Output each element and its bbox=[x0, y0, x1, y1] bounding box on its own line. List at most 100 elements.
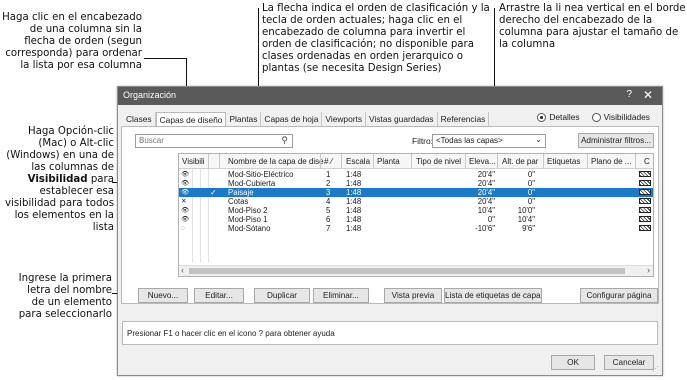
layer-number: 5 bbox=[326, 206, 331, 215]
visibility-icon[interactable]: ◌ bbox=[181, 224, 185, 233]
preview-button[interactable]: Vista previa bbox=[384, 288, 442, 303]
radio-visibilities[interactable]: Visibilidades bbox=[591, 112, 650, 122]
callout-line: (Mac) o Alt-clic bbox=[38, 138, 114, 149]
color-swatch-icon[interactable] bbox=[639, 198, 651, 204]
radio-label: Visibilidades bbox=[603, 112, 650, 122]
callout-line: encabezado de columna para invertir el bbox=[262, 27, 466, 38]
column-header-elevation[interactable]: Eleva... bbox=[469, 157, 496, 166]
layer-wall-height: 9'6" bbox=[522, 224, 535, 233]
edit-button[interactable]: Editar... bbox=[194, 288, 244, 303]
tab-saved-views[interactable]: Vistas guardadas bbox=[366, 112, 438, 126]
search-input[interactable]: Buscar ⚲ bbox=[135, 134, 293, 148]
duplicate-button[interactable]: Duplicar bbox=[254, 288, 310, 303]
callout-line: letra del nombre bbox=[27, 285, 112, 296]
new-button[interactable]: Nuevo... bbox=[138, 288, 188, 303]
callout-line: La flecha indica el orden de clasificaci… bbox=[262, 3, 490, 14]
scroll-right-icon[interactable]: › bbox=[647, 265, 650, 275]
admin-filters-button[interactable]: Administrar filtros... bbox=[578, 133, 654, 148]
column-header-plane[interactable]: Plano de ... bbox=[591, 157, 631, 166]
layers-table: Visibili Nombre de la capa de dise # ⁄ E… bbox=[178, 153, 654, 277]
layer-number: 3 bbox=[326, 188, 331, 197]
column-divider[interactable] bbox=[587, 154, 588, 169]
tab-floors[interactable]: Plantas bbox=[226, 112, 262, 126]
layer-number: 7 bbox=[326, 224, 331, 233]
layer-elevation: 20'4" bbox=[477, 188, 495, 197]
visibility-icon[interactable]: 👁 bbox=[181, 188, 189, 197]
tab-viewports[interactable]: Viewports bbox=[322, 112, 367, 126]
radio-details[interactable]: Detalles bbox=[537, 112, 580, 122]
close-icon[interactable]: ✕ bbox=[643, 88, 653, 102]
callout-line: flecha de orden (segun bbox=[24, 36, 142, 47]
color-swatch-icon[interactable] bbox=[639, 225, 651, 231]
column-header-scale[interactable]: Escala bbox=[346, 157, 370, 166]
layer-name: Mod-Piso 1 bbox=[228, 215, 268, 224]
column-header-level-type[interactable]: Tipo de nivel bbox=[416, 157, 461, 166]
table-row[interactable]: 👁 ✓ Paisaje 3 1:48 20'4" 0" bbox=[179, 188, 653, 197]
help-text-box: Presionar F1 o hacer clic en el icono ? … bbox=[122, 321, 658, 345]
ok-button[interactable]: OK bbox=[551, 355, 595, 370]
column-divider[interactable] bbox=[219, 154, 220, 169]
filter-select[interactable]: <Todas las capas> ⌄ bbox=[432, 134, 546, 148]
table-row[interactable]: ◌ Mod-Sótano 7 1:48 -10'6" 9'6" bbox=[179, 224, 653, 233]
layer-elevation: 0" bbox=[487, 215, 495, 224]
resize-grip-icon[interactable]: ⋰ bbox=[652, 365, 659, 373]
search-icon[interactable]: ⚲ bbox=[281, 135, 288, 146]
table-row[interactable]: 👁 Mod-Piso 2 5 1:48 10'4" 10'0" bbox=[179, 206, 653, 215]
layer-tags-list-button[interactable]: Lista de etiquetas de capa... bbox=[444, 288, 542, 303]
page-setup-button[interactable]: Configurar página bbox=[580, 288, 658, 303]
table-row[interactable]: 👁 Mod-Sitio-Eléctrico 1 1:48 20'4" 0" bbox=[179, 170, 653, 179]
color-swatch-icon[interactable] bbox=[639, 216, 651, 222]
column-header-visibility[interactable]: Visibili bbox=[182, 157, 205, 166]
column-header-number[interactable]: # bbox=[324, 157, 328, 166]
tab-sheet-layers[interactable]: Capas de hoja bbox=[261, 112, 323, 126]
column-divider[interactable] bbox=[208, 154, 209, 169]
table-row[interactable]: ✕ Cotas 4 1:48 20'4" 0" bbox=[179, 197, 653, 206]
visibility-icon[interactable]: ✕ bbox=[181, 197, 186, 206]
table-row[interactable]: 👁 Mod-Piso 1 6 1:48 0" 10'4" bbox=[179, 215, 653, 224]
cancel-button[interactable]: Cancelar bbox=[604, 355, 654, 370]
column-divider[interactable] bbox=[465, 154, 466, 169]
callout-line: lista bbox=[92, 222, 114, 233]
color-swatch-icon[interactable] bbox=[639, 180, 651, 186]
color-swatch-icon[interactable] bbox=[639, 189, 651, 195]
layer-number: 1 bbox=[326, 170, 331, 179]
layer-wall-height: 10'4" bbox=[517, 215, 535, 224]
callout-line: visibilidad para todos bbox=[5, 198, 114, 209]
visibility-icon[interactable]: 👁 bbox=[181, 179, 189, 188]
column-divider[interactable] bbox=[341, 154, 342, 169]
column-divider[interactable] bbox=[411, 154, 412, 169]
delete-button[interactable]: Eliminar... bbox=[313, 288, 369, 303]
column-header-wall-height[interactable]: Alt. de par bbox=[502, 157, 538, 166]
layer-elevation: 10'4" bbox=[477, 206, 495, 215]
column-divider[interactable] bbox=[635, 154, 636, 169]
help-icon[interactable]: ? bbox=[626, 89, 632, 100]
layer-scale: 1:48 bbox=[346, 179, 362, 188]
color-swatch-icon[interactable] bbox=[639, 207, 651, 213]
scrollbar-thumb[interactable] bbox=[189, 268, 625, 274]
tab-design-layers[interactable]: Capas de diseño bbox=[155, 112, 227, 126]
column-divider[interactable] bbox=[373, 154, 374, 169]
table-row[interactable]: 👁 Mod-Cubierta 2 1:48 20'4" 0" bbox=[179, 179, 653, 188]
column-divider-elevation[interactable] bbox=[497, 154, 498, 169]
color-swatch-icon[interactable] bbox=[639, 171, 651, 177]
column-header-color[interactable]: C bbox=[644, 157, 650, 166]
callout-line: Haga clic en el encabezado bbox=[2, 12, 142, 23]
column-divider[interactable] bbox=[543, 154, 544, 169]
tab-references[interactable]: Referencias bbox=[438, 112, 490, 126]
visibility-icon[interactable]: 👁 bbox=[181, 215, 189, 224]
callout-line: corresponda) para ordenar bbox=[5, 48, 142, 59]
tab-bar: Clases Capas de diseño Plantas Capas de … bbox=[123, 112, 490, 126]
sort-arrow-icon[interactable]: ⁄ bbox=[331, 157, 332, 166]
column-header-name[interactable]: Nombre de la capa de dise bbox=[228, 157, 324, 166]
scroll-left-icon[interactable]: ‹ bbox=[181, 265, 184, 275]
visibility-icon[interactable]: 👁 bbox=[181, 170, 189, 179]
layer-wall-height: 10'0" bbox=[517, 206, 535, 215]
column-divider[interactable] bbox=[320, 154, 321, 169]
callout-line: Visibilidad para bbox=[0, 174, 114, 186]
column-header-tags[interactable]: Etiquetas bbox=[547, 157, 580, 166]
tab-classes[interactable]: Clases bbox=[123, 112, 156, 126]
layer-wall-height: 0" bbox=[527, 170, 535, 179]
visibility-icon[interactable]: 👁 bbox=[181, 206, 189, 215]
horizontal-scrollbar[interactable]: ‹ › bbox=[179, 265, 653, 276]
column-header-floor[interactable]: Planta bbox=[377, 157, 400, 166]
